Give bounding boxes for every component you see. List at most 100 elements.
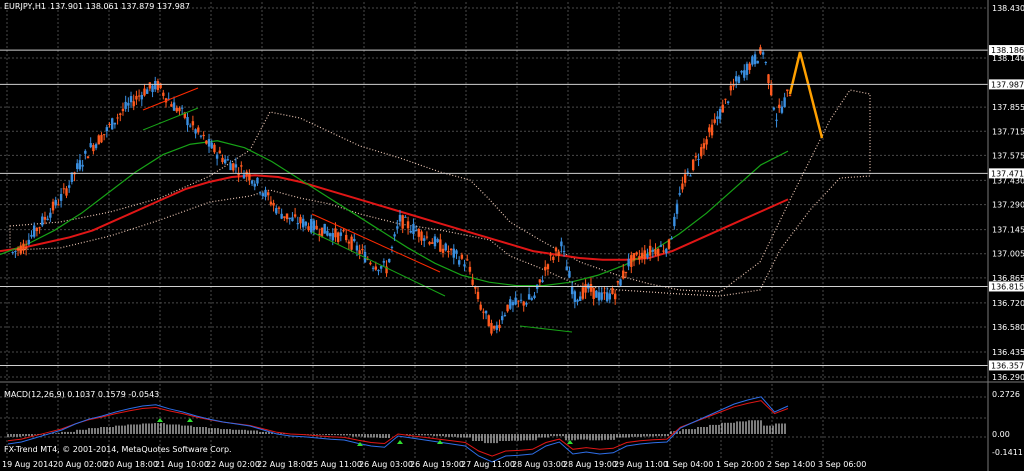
- time-axis-labels: 19 Aug 2014 20 Aug 02:0020 Aug 18:0021 Au…: [2, 460, 866, 469]
- candle-body: [565, 266, 568, 271]
- candle-body: [396, 226, 399, 229]
- candle-body: [33, 225, 36, 237]
- candle-body: [589, 284, 593, 292]
- candle-body: [86, 156, 90, 159]
- candle-body: [223, 159, 227, 164]
- time-tick-label: 29 Aug 11:00: [614, 460, 668, 469]
- candle-body: [199, 135, 203, 137]
- candle-body: [248, 173, 251, 181]
- candle-body: [67, 185, 71, 188]
- candle-body: [404, 216, 407, 218]
- candle-body: [460, 254, 464, 259]
- candle-body: [291, 217, 294, 222]
- time-tick-label: 1 Sep 04:00: [665, 460, 713, 469]
- time-tick-label: 3 Sep 06:00: [818, 460, 866, 469]
- candle-body: [689, 175, 692, 177]
- candle-body: [116, 117, 119, 119]
- candle-body: [670, 238, 673, 240]
- price-tick-label: 137.005: [992, 250, 1024, 259]
- time-tick-label: 19 Aug 2014: [2, 460, 53, 469]
- candle-body: [358, 250, 361, 254]
- candle-body: [716, 116, 719, 119]
- candle-body: [105, 127, 109, 132]
- candle-body: [530, 298, 533, 300]
- candle-body: [772, 107, 776, 110]
- candle-body: [449, 248, 453, 251]
- candle-body: [624, 271, 628, 274]
- candle-body: [463, 264, 466, 267]
- candle-body: [436, 239, 439, 243]
- level-label: 136.815: [991, 282, 1024, 291]
- candle-body: [127, 102, 130, 106]
- candle-body: [525, 302, 528, 305]
- candle-body: [382, 261, 386, 263]
- time-tick-label: 26 Aug 19:00: [410, 460, 464, 469]
- time-tick-label: 20 Aug 02:00: [53, 460, 107, 469]
- candle-body: [350, 236, 353, 250]
- price-chart[interactable]: 138.186137.987137.471136.815136.357 138.…: [0, 0, 1024, 471]
- candle-body: [490, 322, 493, 334]
- price-tick-label: 136.865: [992, 274, 1024, 283]
- candle-body: [753, 54, 757, 65]
- candle-body: [46, 218, 49, 220]
- candle-body: [468, 266, 472, 272]
- candle-body: [643, 250, 646, 259]
- candle-body: [597, 292, 601, 301]
- candle-body: [326, 230, 329, 236]
- time-tick-label: 27 Aug 11:00: [461, 460, 515, 469]
- candle-body: [756, 60, 759, 64]
- candle-body: [691, 159, 695, 171]
- candle-body: [213, 144, 216, 153]
- symbol-label: EURJPY,H1 137.901 138.061 137.879 137.987: [4, 2, 190, 11]
- candle-body: [221, 157, 224, 163]
- candle-body: [439, 239, 442, 252]
- candle-body: [288, 217, 291, 220]
- candle-body: [361, 248, 364, 251]
- candle-body: [140, 94, 143, 100]
- level-label: 137.987: [991, 80, 1024, 89]
- candle-body: [729, 85, 733, 91]
- candle-body: [339, 232, 343, 236]
- price-tick-label: 137.145: [992, 226, 1024, 235]
- candle-body: [455, 250, 458, 254]
- candle-body: [557, 251, 560, 257]
- candle-body: [283, 216, 286, 218]
- candle-body: [498, 324, 501, 329]
- candle-body: [170, 104, 173, 107]
- candle-body: [425, 236, 429, 238]
- candle-body: [242, 174, 246, 179]
- candle-body: [544, 266, 547, 271]
- candle-body: [783, 97, 786, 107]
- candle-body: [65, 188, 68, 196]
- candle-body: [197, 127, 200, 133]
- candle-body: [667, 239, 671, 249]
- candle-body: [78, 160, 82, 170]
- candle-body: [511, 301, 515, 306]
- candle-body: [592, 287, 595, 299]
- candle-body: [603, 292, 606, 294]
- time-tick-label: 21 Aug 10:00: [155, 460, 209, 469]
- candle-body: [194, 129, 197, 134]
- candle-body: [457, 260, 461, 265]
- candle-body: [94, 144, 98, 149]
- candle-body: [581, 287, 585, 299]
- time-tick-label: 1 Sep 20:00: [716, 460, 764, 469]
- candle-body: [59, 193, 63, 201]
- candle-body: [285, 213, 289, 220]
- candle-body: [700, 147, 703, 157]
- time-tick-label: 22 Aug 18:00: [257, 460, 311, 469]
- candle-body: [30, 234, 33, 237]
- candle-body: [16, 248, 20, 251]
- candle-body: [600, 292, 603, 300]
- candle-body: [675, 203, 679, 214]
- time-tick-label: 26 Aug 03:00: [359, 460, 413, 469]
- candle-body: [121, 108, 125, 112]
- candle-body: [210, 142, 213, 149]
- candle-body: [49, 212, 52, 218]
- candle-body: [14, 251, 17, 253]
- candle-body: [81, 164, 84, 167]
- candle-body: [186, 116, 189, 126]
- candle-body: [215, 154, 219, 159]
- candle-body: [162, 92, 165, 96]
- candle-body: [541, 280, 544, 282]
